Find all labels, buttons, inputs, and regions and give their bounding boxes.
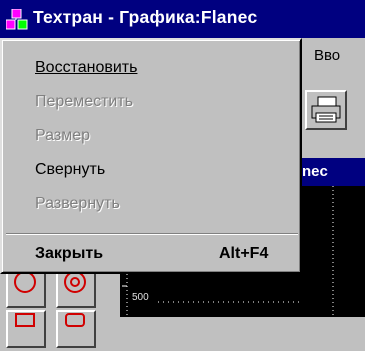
axis-tick-label: 500: [132, 292, 149, 303]
circle-icon: [14, 271, 36, 293]
menu-item-restore[interactable]: Восстановить: [4, 52, 300, 86]
rounded-rectangle-icon: [65, 313, 85, 327]
rectangle-icon: [15, 313, 35, 327]
child-window-title: nec: [302, 163, 328, 180]
menu-item-input[interactable]: Вво: [314, 47, 340, 64]
concentric-circle-tool-button[interactable]: [56, 270, 96, 308]
child-window-titlebar[interactable]: nec: [300, 158, 365, 186]
window-titlebar[interactable]: Техтран - Графика:Flanec: [0, 0, 365, 38]
circle-tool-button[interactable]: [6, 270, 46, 308]
rounded-rectangle-tool-button[interactable]: [56, 310, 96, 348]
window-title: Техтран - Графика:Flanec: [33, 7, 258, 27]
app-icon[interactable]: [6, 9, 28, 31]
menu-item-size[interactable]: Размер: [4, 120, 300, 154]
rectangle-tool-button[interactable]: [6, 310, 46, 348]
system-menu: Восстановить Переместить Размер Свернуть…: [0, 38, 302, 274]
print-button[interactable]: [305, 90, 347, 130]
menu-item-close-shortcut: Alt+F4: [219, 245, 269, 262]
printer-icon: [311, 96, 341, 123]
menu-item-move[interactable]: Переместить: [4, 86, 300, 120]
menubar: Вво: [300, 38, 365, 76]
concentric-circle-icon: [64, 271, 86, 293]
menu-separator: [6, 233, 298, 235]
menu-item-move-label: Переместить: [35, 93, 134, 110]
menu-item-close-label: Закрыть: [35, 245, 104, 262]
toolbar: [300, 76, 365, 152]
menu-item-size-label: Размер: [35, 127, 90, 144]
menu-item-maximize-label: Развернуть: [35, 195, 120, 212]
menu-item-minimize-label: Свернуть: [35, 161, 106, 178]
menu-item-close[interactable]: Закрыть Alt+F4: [4, 238, 300, 272]
menu-item-minimize[interactable]: Свернуть: [4, 154, 300, 188]
tool-palette: [0, 270, 120, 348]
menu-item-restore-label: Восстановить: [35, 59, 138, 76]
menu-item-maximize[interactable]: Развернуть: [4, 188, 300, 222]
